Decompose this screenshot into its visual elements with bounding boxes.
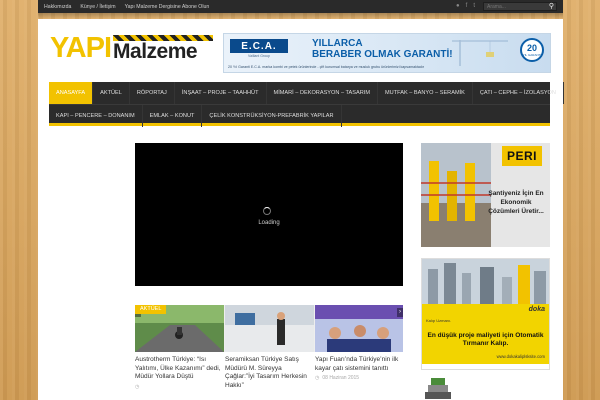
banner-line-2: BERABER OLMAK GARANTİ!	[312, 49, 453, 60]
nav-celik[interactable]: ÇELİK KONSTRÜKSİYON-PREFABRİK YAPILAR	[202, 104, 342, 127]
eca-logo: E.C.A.	[230, 39, 288, 53]
news-card[interactable]: Austrotherm Türkiye: “Isı Yalıtımı, Ülke…	[135, 356, 221, 390]
news-card-date: ◷	[135, 384, 221, 390]
page-container: YAPI Malzeme E.C.A. Vaillant Group YILLA…	[38, 19, 564, 400]
nav-kapi[interactable]: KAPI – PENCERE – DONANIM	[49, 104, 143, 127]
peri-logo: PERI	[502, 146, 542, 166]
stacked-blocks-image	[425, 378, 451, 399]
doka-ad-text: En düşük proje maliyeti için Otomatik Tı…	[427, 332, 544, 347]
logo-malzeme-block: Malzeme	[113, 33, 214, 63]
badge-text: YIL GARANTİ	[522, 52, 542, 57]
search-icon[interactable]: ⚲	[549, 3, 554, 10]
clock-icon: ◷	[315, 375, 320, 381]
top-menu-contact[interactable]: Künye / İletişim	[80, 4, 115, 10]
banner-line-1: YILLARCA	[312, 38, 363, 49]
logo-malzeme: Malzeme	[113, 40, 198, 63]
search-box: ⚲	[483, 2, 557, 11]
search-input[interactable]	[484, 3, 544, 10]
warranty-badge: 20 YIL GARANTİ	[520, 38, 544, 62]
nav-mimari[interactable]: MİMARİ – DEKORASYON – TASARIM	[267, 82, 378, 104]
nav-row-1: ANASAYFA AKTÜEL RÖPORTAJ İNŞAAT – PROJE …	[49, 82, 564, 104]
doka-city-image	[422, 259, 549, 304]
facebook-icon[interactable]: f	[466, 3, 468, 10]
logo-yapi: YAPI	[50, 32, 112, 64]
news-card-title[interactable]: Austrotherm Türkiye: “Isı Yalıtımı, Ülke…	[135, 356, 221, 382]
top-bar: Hakkımızda Künye / İletişim Yapı Malzeme…	[38, 0, 563, 19]
eca-brand: E.C.A.	[241, 40, 277, 52]
badge-number: 20	[526, 42, 537, 53]
news-slider: AKTÜEL	[135, 305, 403, 352]
news-card-title[interactable]: Seramiksan Türkiye Satış Müdürü M. Sürey…	[225, 356, 311, 390]
site-logo[interactable]: YAPI Malzeme	[50, 32, 214, 64]
nav-row-2: KAPI – PENCERE – DONANIM EMLAK – KONUT Ç…	[49, 104, 550, 127]
sidebar-ad-third[interactable]	[421, 374, 550, 400]
nav-aktuel[interactable]: AKTÜEL	[93, 82, 130, 104]
eca-subtitle: Vaillant Group	[248, 54, 270, 58]
main-nav: ANASAYFA AKTÜEL RÖPORTAJ İNŞAAT – PROJE …	[49, 82, 564, 127]
news-card-title[interactable]: Yapı Fuarı’nda Türkiye’nin ilk kayar çat…	[315, 356, 401, 373]
sidebar-ad-doka[interactable]: doka Kalıp Uzmanı. En düşük proje maliye…	[421, 258, 550, 370]
twitter-icon[interactable]: t	[473, 3, 475, 10]
banner-fineprint: 20 Yıl Garanti E.C.A. marka kombi ve pet…	[228, 65, 425, 69]
peri-construction-image	[421, 143, 491, 247]
rss-icon[interactable]: ●	[456, 3, 460, 10]
video-loading-text: Loading	[258, 220, 280, 226]
doka-url[interactable]: www.dokakaliplsksite.com	[497, 354, 545, 359]
news-image-seramiksan[interactable]	[225, 305, 314, 352]
nav-roportaj[interactable]: RÖPORTAJ	[130, 82, 175, 104]
nav-home[interactable]: ANASAYFA	[49, 82, 94, 104]
slider-next-button[interactable]: ›	[397, 308, 403, 317]
news-image-yapi-fuari[interactable]	[315, 305, 403, 352]
social-links: ● f t	[456, 3, 475, 10]
video-player[interactable]: Loading	[135, 143, 403, 286]
nav-emlak[interactable]: EMLAK – KONUT	[143, 104, 203, 127]
nav-cati[interactable]: ÇATI – CEPHE – İZOLASYON	[473, 82, 564, 104]
sidebar-ad-peri[interactable]: PERI Şantiyeniz İçin En Ekonomik Çözümle…	[421, 143, 550, 247]
category-tag[interactable]: AKTÜEL	[135, 305, 167, 314]
top-menu-about[interactable]: Hakkımızda	[44, 4, 71, 10]
header-ad-banner[interactable]: E.C.A. Vaillant Group YILLARCA BERABER O…	[223, 33, 551, 73]
doka-logo: doka	[528, 306, 545, 313]
news-card-date: ◷ 08 Haziran 2015	[315, 375, 360, 381]
peri-ad-text: Şantiyeniz İçin En Ekonomik Çözümleri Ür…	[488, 190, 544, 215]
crane-icon	[452, 40, 508, 66]
news-card[interactable]: Seramiksan Türkiye Satış Müdürü M. Sürey…	[225, 356, 311, 392]
nav-insaat[interactable]: İNŞAAT – PROJE – TAAHHÜT	[175, 82, 267, 104]
top-menu: Hakkımızda Künye / İletişim Yapı Malzeme…	[38, 4, 209, 10]
loading-spinner-icon	[263, 207, 271, 215]
doka-tagline: Kalıp Uzmanı.	[426, 318, 452, 323]
news-card[interactable]: Yapı Fuarı’nda Türkiye’nin ilk kayar çat…	[315, 356, 401, 381]
clock-icon: ◷	[135, 383, 140, 390]
top-menu-subscribe[interactable]: Yapı Malzeme Dergisine Abone Olun	[125, 4, 210, 10]
nav-mutfak[interactable]: MUTFAK – BANYO – SERAMİK	[378, 82, 473, 104]
